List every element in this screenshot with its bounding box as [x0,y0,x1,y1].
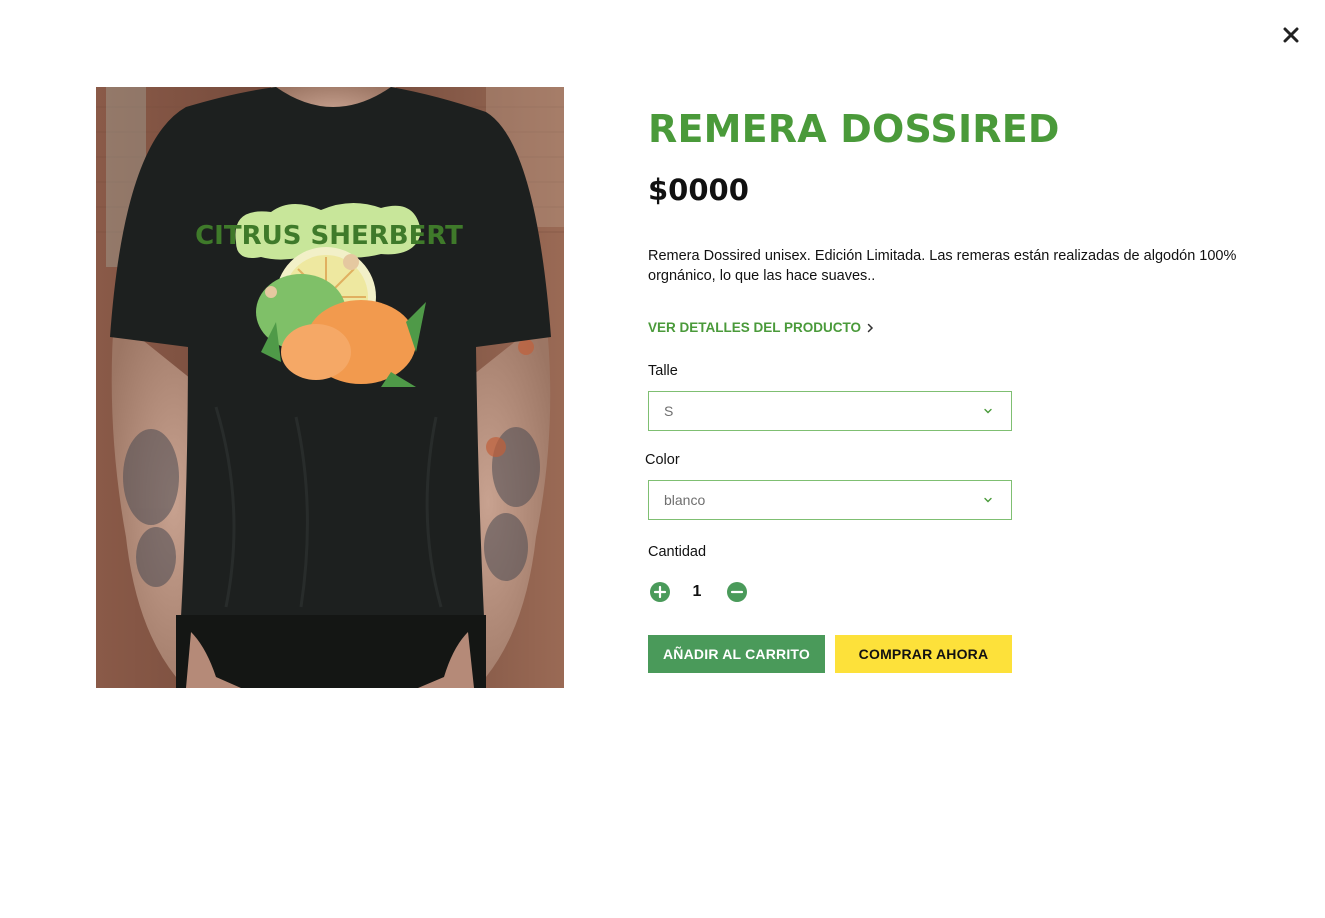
chevron-right-icon [867,323,874,332]
close-icon [1283,27,1299,43]
product-photo: CITRUS SHERBERT [96,87,564,688]
product-price: $0000 [648,173,749,207]
minus-icon[interactable] [726,581,748,603]
close-button[interactable] [1278,22,1304,48]
product-details-link[interactable]: VER DETALLES DEL PRODUCTO [648,320,874,335]
quantity-value[interactable]: 1 [684,583,710,601]
color-select[interactable]: blanco [648,480,1012,520]
product-quick-view-modal: CITRUS SHERBERT REMERA DOSSIRED $0000 Re… [0,0,1325,918]
buy-now-button[interactable]: COMPRAR AHORA [835,635,1012,673]
quantity-stepper: 1 [648,581,758,605]
chevron-down-icon [984,408,992,414]
quantity-label: Cantidad [648,544,707,560]
size-label: Talle [648,363,678,379]
size-select[interactable]: S [648,391,1012,431]
chevron-down-icon [984,497,992,503]
svg-text:CITRUS SHERBERT: CITRUS SHERBERT [195,221,463,251]
add-to-cart-button[interactable]: AÑADIR AL CARRITO [648,635,825,673]
color-label: Color [645,452,680,468]
product-image: CITRUS SHERBERT [96,87,564,688]
color-select-value: blanco [664,492,706,508]
size-select-value: S [664,403,674,419]
product-details-link-label: VER DETALLES DEL PRODUCTO [648,320,862,335]
product-title: REMERA DOSSIRED [648,107,1060,151]
product-description: Remera Dossired unisex. Edición Limitada… [648,248,1237,284]
plus-icon[interactable] [649,581,671,603]
